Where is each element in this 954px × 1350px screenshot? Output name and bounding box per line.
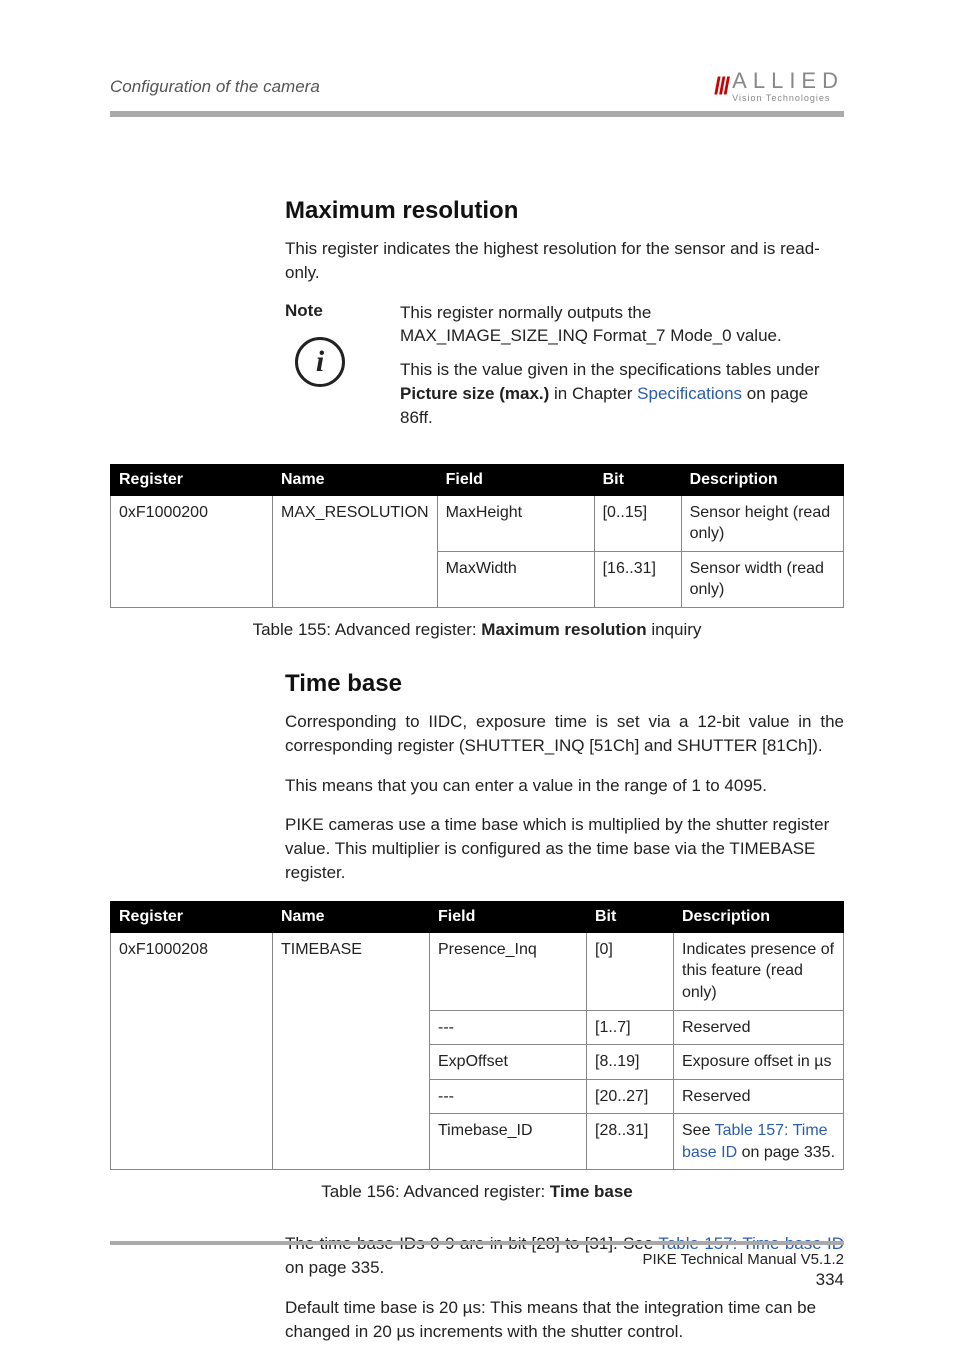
timebase-p5: Default time base is 20 µs: This means t… bbox=[285, 1296, 844, 1344]
col-field: Field bbox=[437, 464, 594, 495]
timebase-p2: This means that you can enter a value in… bbox=[285, 774, 844, 798]
maxres-intro: This register indicates the highest reso… bbox=[285, 237, 844, 285]
footer-page-number: 334 bbox=[110, 1270, 844, 1290]
col-bit: Bit bbox=[587, 901, 674, 932]
table-156-caption: Table 156: Advanced register: Time base bbox=[110, 1182, 844, 1202]
timebase-p1: Corresponding to IIDC, exposure time is … bbox=[285, 710, 844, 758]
footer-manual-title: PIKE Technical Manual V5.1.2 bbox=[110, 1251, 844, 1268]
col-name: Name bbox=[273, 901, 430, 932]
table-row: 0xF1000200 MAX_RESOLUTION MaxHeight [0..… bbox=[111, 495, 844, 551]
col-register: Register bbox=[111, 901, 273, 932]
table-row: 0xF1000208 TIMEBASE Presence_Inq [0] Ind… bbox=[111, 932, 844, 1010]
link-specifications[interactable]: Specifications bbox=[637, 384, 742, 403]
table-155-caption: Table 155: Advanced register: Maximum re… bbox=[110, 620, 844, 640]
col-description: Description bbox=[674, 901, 844, 932]
section-running-title: Configuration of the camera bbox=[110, 77, 320, 97]
timebase-p3: PIKE cameras use a time base which is mu… bbox=[285, 813, 844, 884]
note-label: Note bbox=[285, 301, 400, 321]
table-time-base: Register Name Field Bit Description 0xF1… bbox=[110, 901, 844, 1171]
page-footer: PIKE Technical Manual V5.1.2 334 bbox=[110, 1241, 844, 1290]
note-paragraph-2: This is the value given in the specifica… bbox=[400, 358, 844, 429]
logo-slashes-icon: /// bbox=[714, 73, 728, 101]
logo-main-text: ALLIED bbox=[732, 70, 844, 92]
brand-logo: /// ALLIED Vision Technologies bbox=[714, 70, 844, 103]
note-block: Note i This register normally outputs th… bbox=[285, 301, 844, 440]
heading-maximum-resolution: Maximum resolution bbox=[285, 197, 844, 225]
logo-sub-text: Vision Technologies bbox=[732, 94, 844, 103]
table-maximum-resolution: Register Name Field Bit Description 0xF1… bbox=[110, 464, 844, 608]
note-paragraph-1: This register normally outputs the MAX_I… bbox=[400, 301, 844, 349]
footer-divider bbox=[110, 1241, 844, 1245]
col-description: Description bbox=[681, 464, 843, 495]
col-register: Register bbox=[111, 464, 273, 495]
col-bit: Bit bbox=[594, 464, 681, 495]
col-field: Field bbox=[430, 901, 587, 932]
heading-time-base: Time base bbox=[285, 670, 844, 698]
page-header: Configuration of the camera /// ALLIED V… bbox=[110, 70, 844, 103]
header-divider bbox=[110, 111, 844, 117]
col-name: Name bbox=[273, 464, 438, 495]
info-icon: i bbox=[295, 337, 345, 387]
